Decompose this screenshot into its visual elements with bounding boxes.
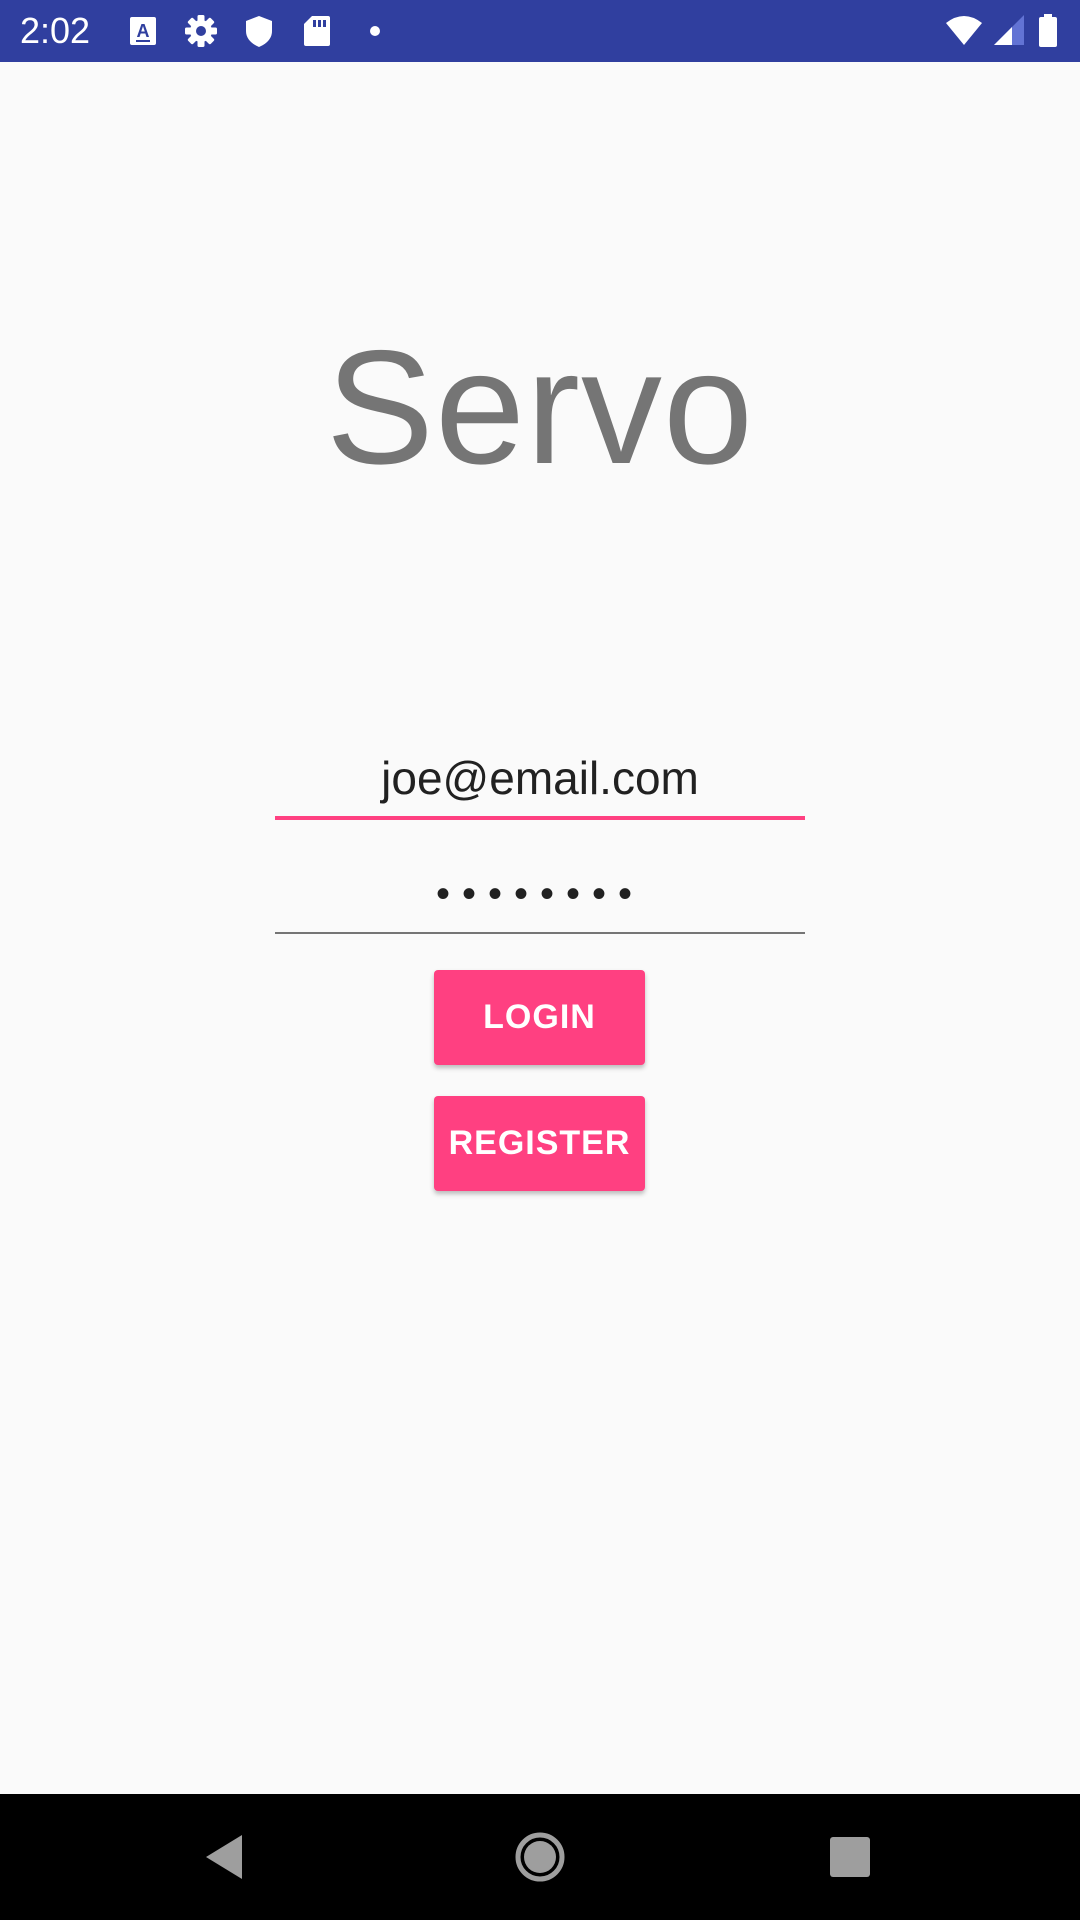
shield-icon	[242, 13, 276, 49]
back-icon[interactable]	[196, 1827, 256, 1887]
navigation-bar	[0, 1794, 1080, 1920]
email-field-wrapper	[275, 740, 805, 820]
wifi-icon	[944, 13, 984, 49]
register-button[interactable]: REGISTER	[434, 1096, 645, 1191]
app-title: Servo	[325, 317, 755, 498]
email-field[interactable]	[275, 740, 805, 816]
notification-icons: A	[126, 13, 416, 49]
status-time: 2:02	[20, 10, 91, 51]
gear-icon	[184, 13, 218, 49]
sd-card-icon	[300, 13, 334, 49]
login-button[interactable]: LOGIN	[434, 970, 645, 1065]
login-screen: 2:02 A Servo joe@email.com •••••••• LOGI…	[0, 0, 1080, 1920]
battery-icon	[1034, 13, 1062, 49]
status-bar: 2:02 A	[0, 0, 1080, 62]
system-status-icons	[936, 13, 1062, 49]
svg-text:A: A	[137, 21, 150, 41]
password-value: ••••••••	[435, 872, 645, 916]
password-field[interactable]: ••••••••	[275, 858, 805, 934]
home-icon[interactable]	[510, 1827, 570, 1887]
dot-icon	[358, 13, 392, 49]
text-a-icon: A	[126, 13, 160, 49]
signal-icon	[992, 13, 1026, 49]
recents-icon[interactable]	[820, 1827, 880, 1887]
